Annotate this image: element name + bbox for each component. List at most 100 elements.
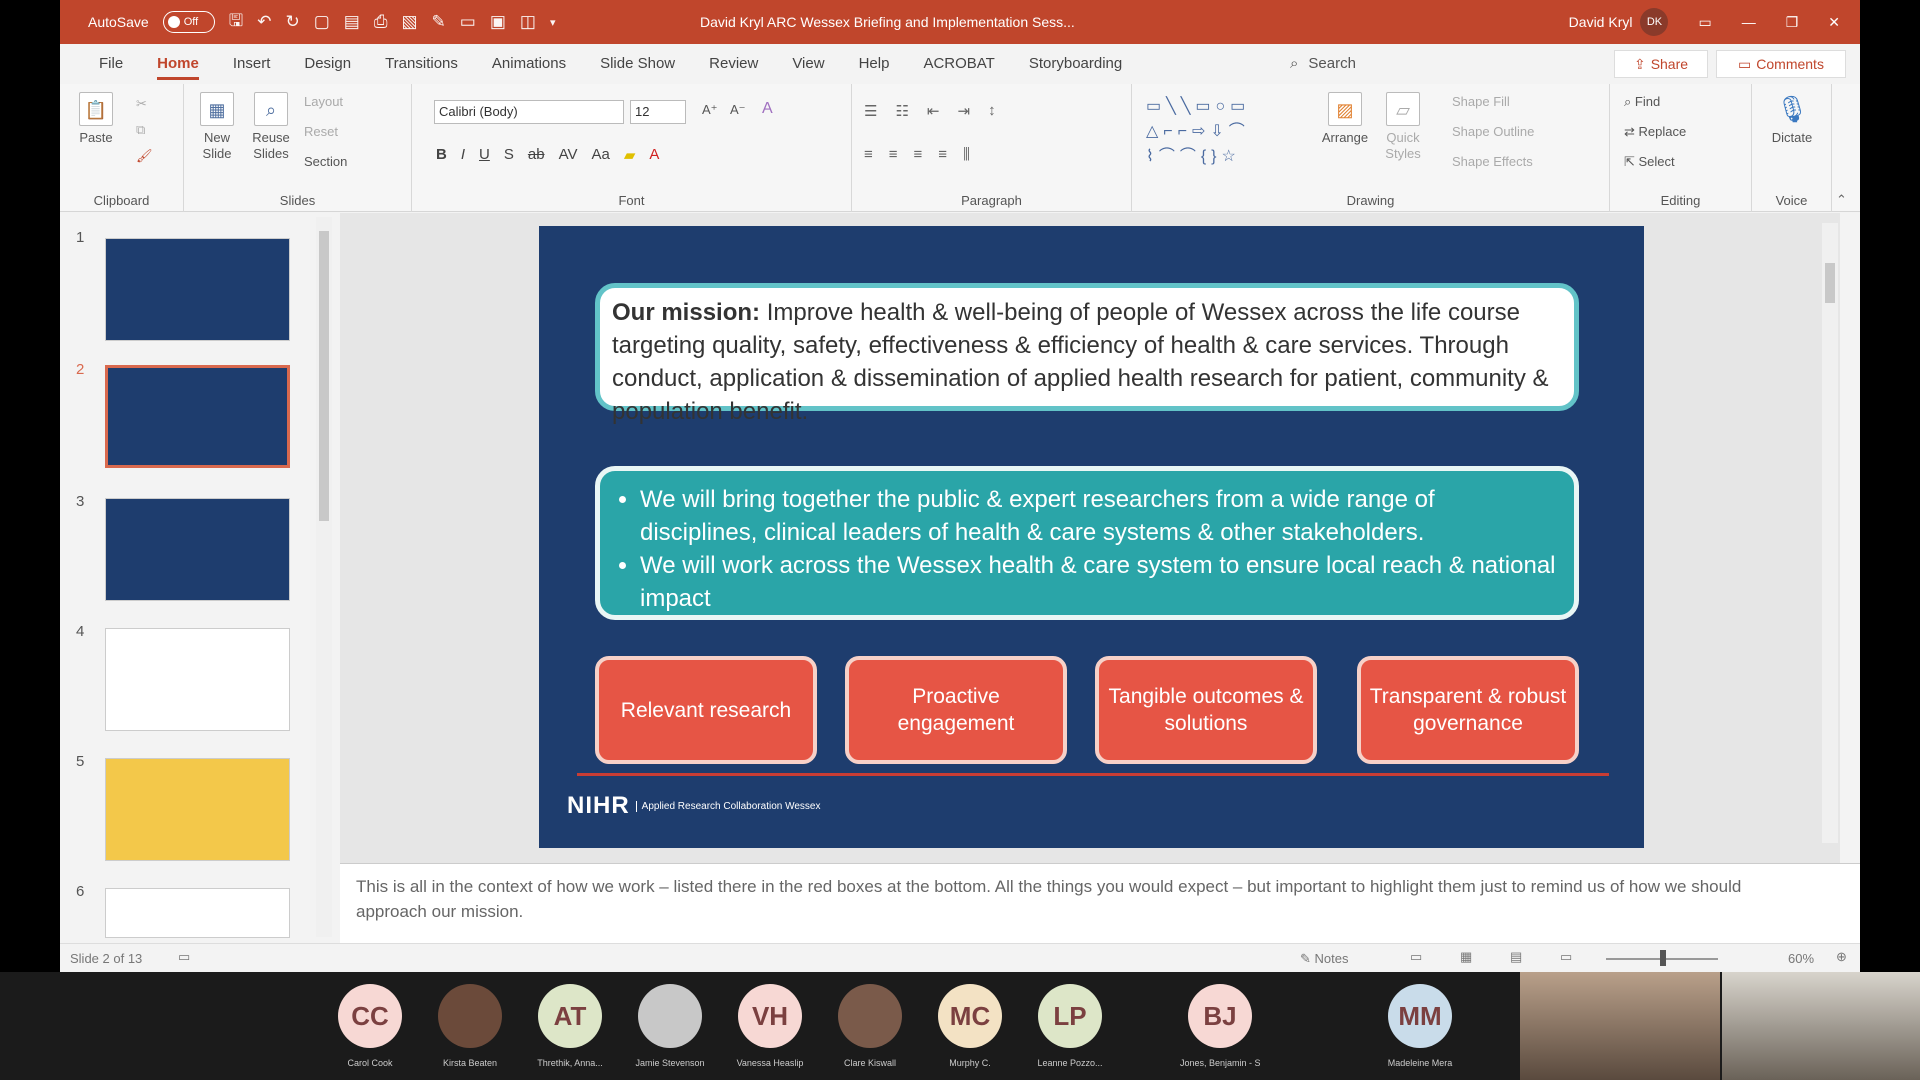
- participant-tile[interactable]: MC Murphy C.: [930, 984, 1010, 1068]
- numbering-icon[interactable]: ☷: [895, 102, 908, 120]
- value-box-transparent-governance[interactable]: Transparent & robust governance: [1357, 656, 1579, 764]
- speaker-notes[interactable]: This is all in the context of how we wor…: [340, 863, 1860, 943]
- redo-icon[interactable]: ↻: [285, 12, 299, 32]
- new-slide-button[interactable]: ▦ New Slide: [192, 92, 242, 162]
- screenshot-icon[interactable]: ◫: [520, 12, 536, 32]
- participant-tile[interactable]: Jamie Stevenson: [630, 984, 710, 1068]
- copy-icon[interactable]: ⧉: [136, 122, 145, 138]
- tab-acrobat[interactable]: ACROBAT: [906, 44, 1011, 84]
- accessibility-icon[interactable]: ▭: [178, 949, 190, 965]
- tab-design[interactable]: Design: [287, 44, 368, 84]
- font-color-icon[interactable]: A: [649, 146, 659, 164]
- slide-thumbnail-1[interactable]: [105, 238, 290, 341]
- pdf-icon[interactable]: ▧: [401, 12, 417, 32]
- paste-button[interactable]: 📋 Paste: [74, 92, 118, 146]
- arrange-button[interactable]: ▨ Arrange: [1318, 92, 1372, 146]
- open-folder-icon[interactable]: ▤: [344, 12, 360, 32]
- format-painter-icon[interactable]: 🖌: [136, 148, 153, 164]
- tab-view[interactable]: View: [775, 44, 841, 84]
- search-box[interactable]: ⌕ Search: [1290, 44, 1356, 84]
- font-name-box[interactable]: Calibri (Body): [434, 100, 624, 124]
- present-icon[interactable]: ▭: [460, 12, 476, 32]
- columns-icon[interactable]: ⫼: [963, 146, 970, 163]
- thumbnails-scrollbar[interactable]: [316, 217, 332, 937]
- user-name[interactable]: David Kryl: [1569, 14, 1633, 30]
- autosave-toggle[interactable]: Off: [162, 11, 215, 33]
- tab-animations[interactable]: Animations: [475, 44, 583, 84]
- user-avatar[interactable]: DK: [1640, 8, 1669, 36]
- find-button[interactable]: ⌕ Find: [1624, 94, 1660, 110]
- shape-fill-button[interactable]: Shape Fill: [1452, 94, 1510, 109]
- highlight-icon[interactable]: ▰: [624, 146, 636, 164]
- restore-icon[interactable]: ❐: [1786, 14, 1799, 31]
- tab-home[interactable]: Home: [140, 44, 216, 84]
- shape-effects-button[interactable]: Shape Effects: [1452, 154, 1533, 169]
- replace-button[interactable]: ⇄ Replace: [1624, 124, 1686, 140]
- participant-tile[interactable]: VH Vanessa Heaslip: [730, 984, 810, 1068]
- new-file-icon[interactable]: ▢: [314, 12, 330, 32]
- bold-icon[interactable]: B: [436, 146, 447, 164]
- ribbon-display-icon[interactable]: ▭: [1698, 14, 1711, 31]
- value-box-relevant-research[interactable]: Relevant research: [595, 656, 817, 764]
- slideshow-view-icon[interactable]: ▭: [1560, 949, 1572, 965]
- strikethrough-icon[interactable]: ab: [528, 146, 545, 164]
- minimize-icon[interactable]: —: [1742, 14, 1756, 30]
- slide-thumbnail-6[interactable]: [105, 888, 290, 938]
- select-button[interactable]: ⇱ Select: [1624, 154, 1675, 170]
- decrease-indent-icon[interactable]: ⇤: [927, 102, 940, 120]
- scrollbar-thumb[interactable]: [1825, 263, 1835, 303]
- tab-slide-show[interactable]: Slide Show: [583, 44, 692, 84]
- layout-icon[interactable]: ▣: [490, 12, 506, 32]
- participant-tile[interactable]: LP Leanne Pozzo...: [1030, 984, 1110, 1068]
- quick-styles-button[interactable]: ▱ Quick Styles: [1376, 92, 1430, 162]
- participant-tile[interactable]: AT Threthik, Anna...: [530, 984, 610, 1068]
- align-right-icon[interactable]: ≡: [914, 146, 923, 163]
- align-center-icon[interactable]: ≡: [889, 146, 898, 163]
- bullets-icon[interactable]: ☰: [864, 102, 877, 120]
- reset-button[interactable]: Reset: [304, 124, 338, 139]
- comments-button[interactable]: ▭ Comments: [1716, 50, 1846, 78]
- slide-thumbnail-3[interactable]: [105, 498, 290, 601]
- undo-icon[interactable]: ↶: [257, 12, 271, 32]
- slide-sorter-icon[interactable]: ▦: [1460, 949, 1472, 965]
- tab-review[interactable]: Review: [692, 44, 775, 84]
- tab-help[interactable]: Help: [842, 44, 907, 84]
- zoom-slider-handle[interactable]: [1660, 950, 1666, 966]
- bullet-box[interactable]: We will bring together the public & expe…: [595, 466, 1579, 620]
- italic-icon[interactable]: I: [461, 146, 465, 164]
- grow-font-icon[interactable]: A⁺: [702, 102, 718, 118]
- char-spacing-icon[interactable]: AV: [559, 146, 578, 164]
- reading-view-icon[interactable]: ▤: [1510, 949, 1522, 965]
- slide-thumbnail-2[interactable]: [105, 365, 290, 468]
- participant-tile[interactable]: Clare Kiswall: [830, 984, 910, 1068]
- canvas-scrollbar[interactable]: [1822, 223, 1838, 843]
- justify-icon[interactable]: ≡: [938, 146, 947, 163]
- print-icon[interactable]: ⎙: [374, 12, 388, 32]
- close-icon[interactable]: ✕: [1828, 14, 1840, 31]
- tab-storyboarding[interactable]: Storyboarding: [1012, 44, 1139, 84]
- normal-view-icon[interactable]: ▭: [1410, 949, 1422, 965]
- cut-icon[interactable]: ✂: [136, 96, 147, 112]
- shapes-gallery[interactable]: ▭╲╲▭○▭ △⌐⌐⇨⇩⌒ ⌇⌒⌒{}☆: [1146, 94, 1306, 170]
- underline-icon[interactable]: U: [479, 146, 490, 164]
- mission-box[interactable]: Our mission: Improve health & well-being…: [595, 283, 1579, 425]
- zoom-level[interactable]: 60%: [1788, 951, 1814, 966]
- shadow-icon[interactable]: S: [504, 146, 514, 164]
- tab-transitions[interactable]: Transitions: [368, 44, 475, 84]
- layout-button[interactable]: Layout: [304, 94, 343, 109]
- shape-outline-button[interactable]: Shape Outline: [1452, 124, 1534, 139]
- value-box-tangible-outcomes[interactable]: Tangible outcomes & solutions: [1095, 656, 1317, 764]
- notes-button[interactable]: ✎ Notes: [1300, 951, 1348, 967]
- participant-tile[interactable]: Kirsta Beaten: [430, 984, 510, 1068]
- participant-tile[interactable]: BJ Jones, Benjamin - Specialist Pediatric…: [1180, 984, 1260, 1068]
- value-box-proactive-engagement[interactable]: Proactive engagement: [845, 656, 1067, 764]
- section-button[interactable]: Section: [304, 154, 347, 169]
- fit-slide-icon[interactable]: ⊕: [1836, 949, 1847, 965]
- align-left-icon[interactable]: ≡: [864, 146, 873, 163]
- font-size-box[interactable]: 12: [630, 100, 686, 124]
- customize-chevron-icon[interactable]: ▾: [550, 16, 556, 29]
- line-spacing-icon[interactable]: ↕: [988, 102, 996, 120]
- dictate-button[interactable]: 🎙 Dictate: [1766, 92, 1818, 146]
- reuse-slides-button[interactable]: ⌕ Reuse Slides: [246, 92, 296, 162]
- change-case-icon[interactable]: Aa: [591, 146, 609, 164]
